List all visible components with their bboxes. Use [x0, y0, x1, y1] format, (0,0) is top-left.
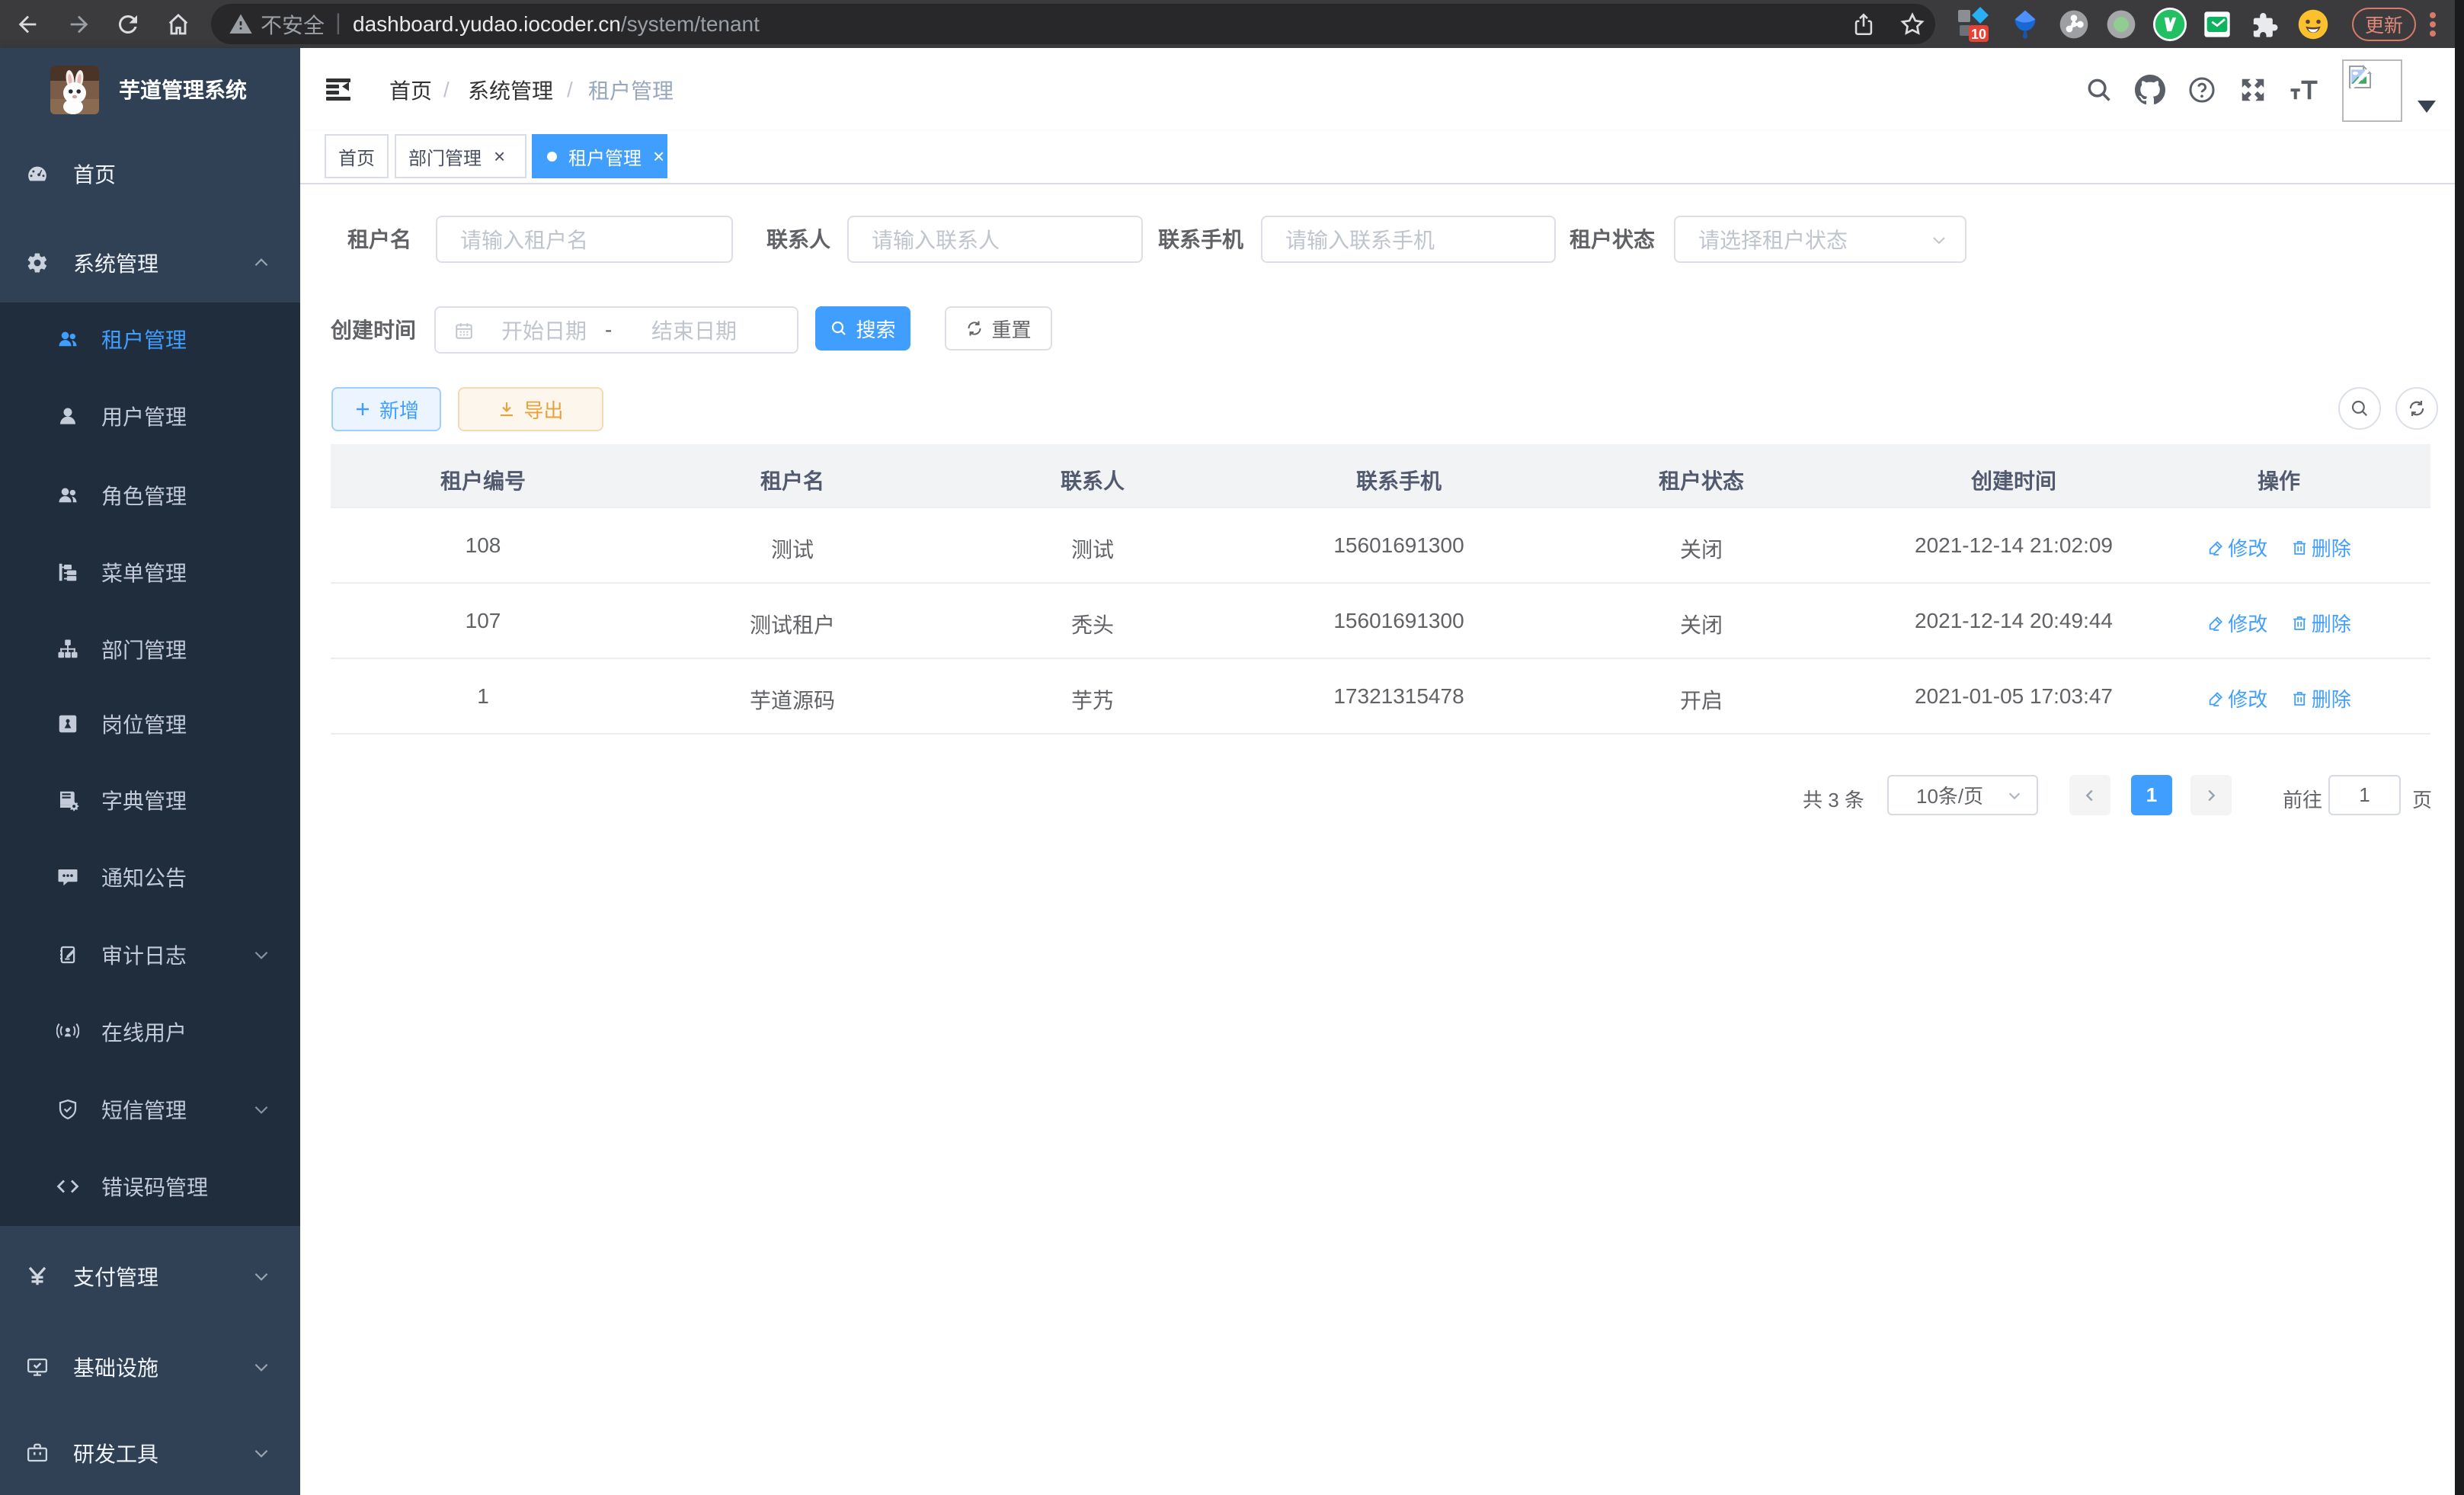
svg-text:10: 10	[1971, 27, 1986, 42]
